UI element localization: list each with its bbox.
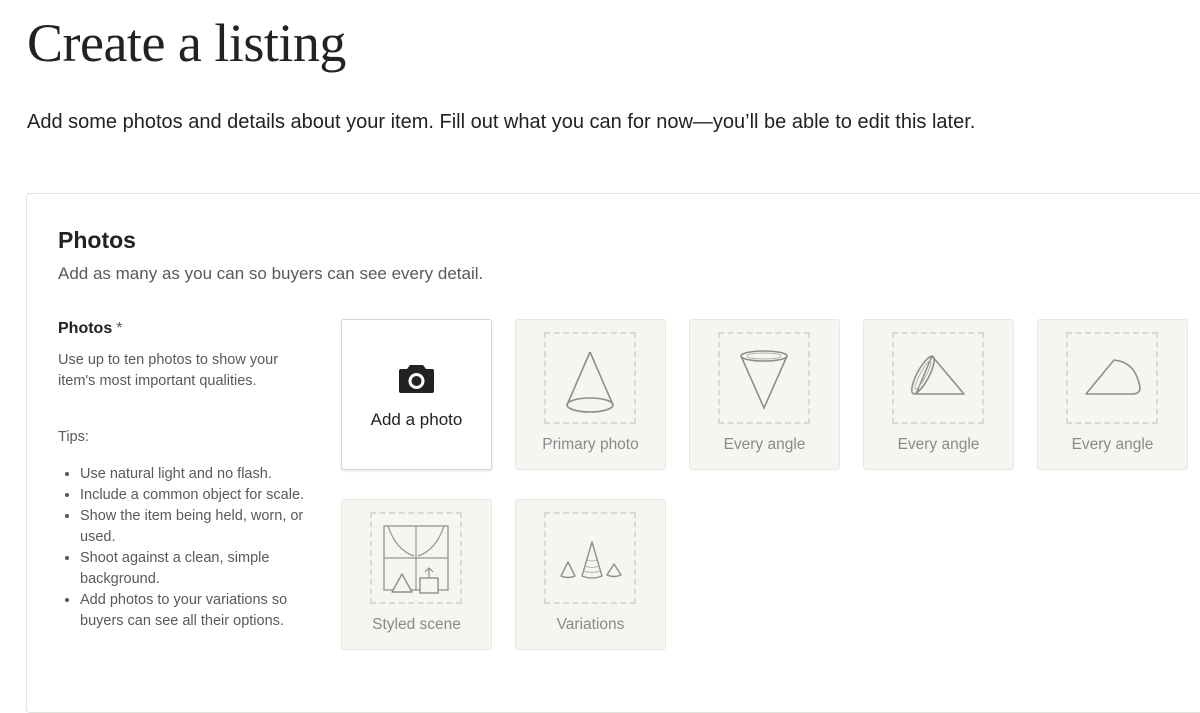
tip-item: Use natural light and no flash. (80, 464, 320, 485)
section-description: Add as many as you can so buyers can see… (58, 264, 484, 283)
add-photo-button[interactable]: Add a photo (341, 319, 492, 470)
page-subtitle: Add some photos and details about your i… (27, 111, 976, 133)
window-scene-icon (383, 525, 449, 594)
photo-slot-styled-scene[interactable]: Styled scene (341, 499, 492, 650)
photo-slot-angle[interactable]: Every angle (689, 319, 840, 470)
tip-item: Show the item being held, worn, or used. (80, 506, 320, 548)
photos-panel: Photos Add as many as you can so buyers … (26, 193, 1200, 713)
slot-label: Every angle (723, 436, 806, 453)
tips-title: Tips: (58, 429, 89, 445)
photos-field-label: Photos * (58, 320, 122, 338)
slot-label: Every angle (1071, 436, 1154, 453)
required-mark: * (116, 320, 123, 337)
cone-upright-icon (566, 351, 614, 413)
three-cones-icon (560, 541, 622, 579)
tip-item: Add photos to your variations so buyers … (80, 590, 320, 632)
cone-side-icon (1085, 359, 1141, 395)
photos-help-text: Use up to ten photos to show your item's… (58, 352, 279, 389)
photo-slot-angle[interactable]: Every angle (863, 319, 1014, 470)
photo-slot-angle[interactable]: Every angle (1037, 319, 1188, 470)
slot-label: Every angle (897, 436, 980, 453)
add-photo-label: Add a photo (370, 410, 463, 429)
photo-slot-variations[interactable]: Variations (515, 499, 666, 650)
cone-tilted-icon (911, 355, 965, 395)
tip-item: Shoot against a clean, simple background… (80, 548, 320, 590)
tips-list: Use natural light and no flash. Include … (58, 464, 320, 632)
page-title: Create a listing (27, 13, 346, 73)
photo-slot-primary[interactable]: Primary photo (515, 319, 666, 470)
camera-icon (399, 365, 434, 393)
section-title: Photos (58, 227, 136, 253)
cone-inverted-icon (740, 350, 788, 410)
slot-label: Variations (556, 616, 625, 633)
photos-field-label-text: Photos (58, 320, 113, 337)
slot-label: Styled scene (372, 616, 461, 633)
tip-item: Include a common object for scale. (80, 485, 320, 506)
slot-label: Primary photo (542, 436, 639, 453)
